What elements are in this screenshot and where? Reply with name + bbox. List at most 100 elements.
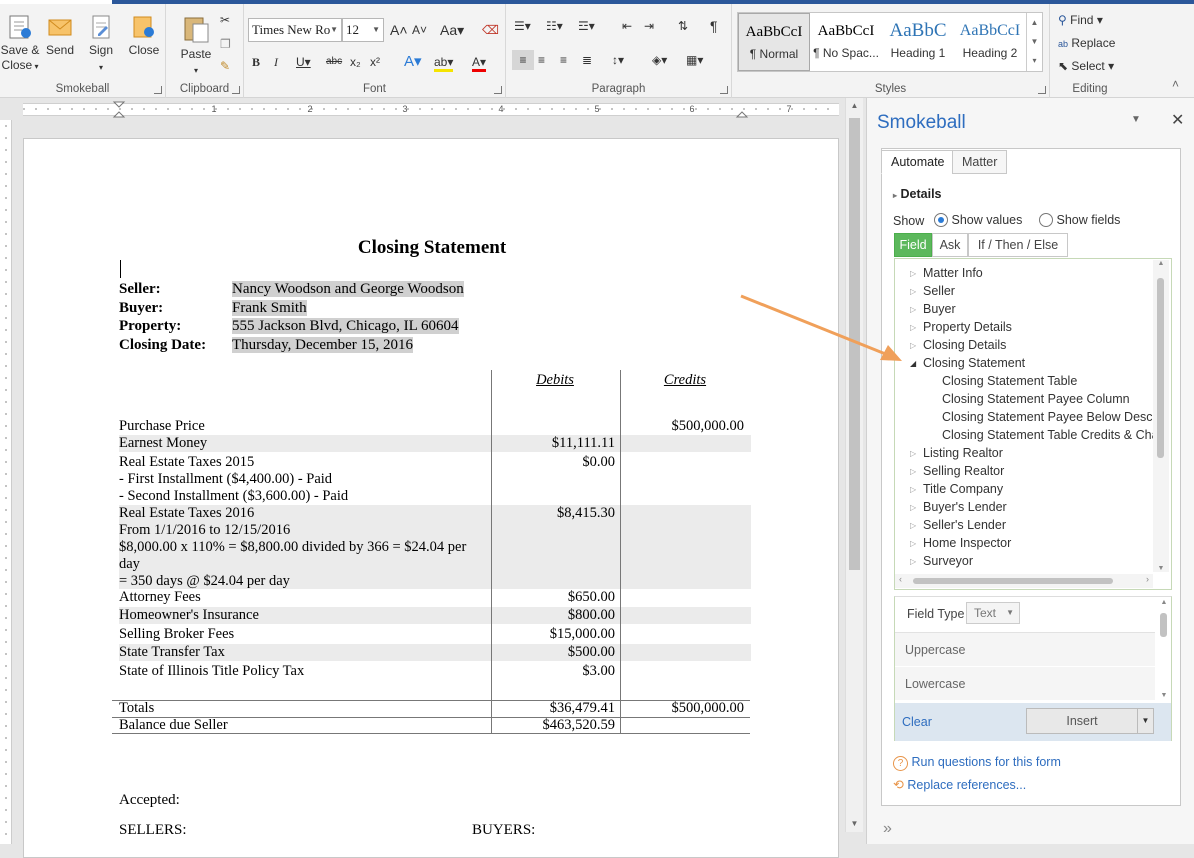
style-no-spacing[interactable]: AaBbCcI ¶ No Spac... — [810, 13, 882, 71]
field-type-select[interactable]: Text ▼ — [966, 602, 1020, 624]
buyer-value[interactable]: Frank Smith — [232, 300, 307, 316]
tree-item[interactable]: Closing Statement Payee Column — [942, 392, 1130, 406]
style-normal[interactable]: AaBbCcI ¶ Normal — [738, 13, 810, 71]
insert-button[interactable]: Insert ▼ — [1026, 708, 1154, 734]
expand-triangle-icon[interactable]: ▷ — [910, 269, 916, 278]
font-launcher[interactable] — [494, 86, 502, 94]
expand-pane-icon[interactable]: » — [883, 820, 892, 838]
options-scroll-thumb[interactable] — [1160, 613, 1167, 637]
collapse-ribbon-icon[interactable]: ˄ — [1172, 74, 1179, 94]
options-scrollbar[interactable]: ▲ ▼ — [1157, 599, 1171, 699]
scroll-thumb[interactable] — [849, 118, 860, 570]
style-heading-2[interactable]: AaBbCcI Heading 2 — [954, 13, 1026, 71]
scroll-down-icon[interactable]: ▼ — [1153, 565, 1169, 572]
save-close-button[interactable]: Save & Close ▾ — [0, 14, 40, 74]
tab-automate[interactable]: Automate — [881, 150, 955, 174]
tree-item[interactable]: Matter Info — [923, 266, 983, 280]
close-button[interactable]: Close — [126, 14, 162, 58]
expand-triangle-icon[interactable]: ▷ — [910, 557, 916, 566]
expand-triangle-icon[interactable]: ▷ — [910, 521, 916, 530]
chevron-down-icon[interactable]: ▼ — [1137, 709, 1153, 733]
styles-launcher[interactable] — [1038, 86, 1046, 94]
option-lowercase[interactable]: Lowercase — [895, 667, 1155, 700]
sign-button[interactable]: Sign ▾ — [86, 14, 116, 75]
bullets-icon[interactable]: ☰▾ — [514, 16, 531, 36]
scroll-right-icon[interactable]: › — [1146, 574, 1149, 584]
tree-item[interactable]: Seller's Lender — [923, 518, 1006, 532]
pane-options-icon[interactable]: ▼ — [1131, 114, 1141, 125]
scroll-down-icon[interactable]: ▼ — [846, 816, 863, 832]
close-icon[interactable]: ✕ — [1171, 110, 1184, 130]
align-center-icon[interactable]: ≡ — [538, 50, 545, 70]
scroll-left-icon[interactable]: ‹ — [899, 574, 902, 584]
tree-item[interactable]: Closing Statement Table Credits & Cha — [942, 428, 1159, 442]
subscript-icon[interactable]: x₂ — [350, 52, 361, 72]
expand-triangle-icon[interactable]: ▷ — [910, 449, 916, 458]
tree-item[interactable]: Home Inspector — [923, 536, 1011, 550]
option-uppercase[interactable]: Uppercase — [895, 633, 1155, 666]
find-button[interactable]: ⚲ Find ▾ — [1058, 10, 1103, 30]
tree-item[interactable]: Property Details — [923, 320, 1012, 334]
show-values-radio[interactable]: Show values — [934, 213, 1022, 227]
line-spacing-icon[interactable]: ↕▾ — [612, 50, 624, 70]
select-button[interactable]: ⬉ Select ▾ — [1058, 56, 1114, 76]
tree-item[interactable]: Listing Realtor — [923, 446, 1003, 460]
tree-item[interactable]: Surveyor — [923, 554, 973, 568]
font-size-box[interactable]: 12 ▼ — [342, 18, 384, 42]
tree-item[interactable]: Buyer — [923, 302, 956, 316]
subtab-field[interactable]: Field — [894, 233, 932, 257]
paragraph-launcher[interactable] — [720, 86, 728, 94]
bold-icon[interactable]: B — [252, 52, 260, 72]
tree-item[interactable]: Closing Statement — [923, 356, 1025, 370]
scroll-down-icon[interactable]: ▼ — [1157, 692, 1171, 699]
tree-item[interactable]: Closing Statement Payee Below Descrip — [942, 410, 1166, 424]
subtab-ask[interactable]: Ask — [932, 233, 968, 257]
paste-button[interactable]: Paste ▾ — [176, 14, 216, 78]
style-heading-1[interactable]: AaBbC Heading 1 — [882, 13, 954, 71]
clear-link[interactable]: Clear — [902, 715, 932, 729]
document-scrollbar[interactable]: ▲ ▼ — [845, 98, 863, 832]
details-toggle[interactable]: ▸ Details — [893, 187, 942, 201]
underline-icon[interactable]: U▾ — [296, 52, 311, 72]
tree-hscroll-thumb[interactable] — [913, 578, 1113, 584]
expand-triangle-icon[interactable]: ▷ — [910, 323, 916, 332]
scroll-up-icon[interactable]: ▲ — [1157, 599, 1171, 606]
clipboard-launcher[interactable] — [232, 86, 240, 94]
highlight-icon[interactable]: ab▾ — [434, 52, 454, 72]
tree-item[interactable]: Closing Details — [923, 338, 1006, 352]
run-questions-link[interactable]: ? Run questions for this form — [893, 755, 1061, 771]
subtab-if-then-else[interactable]: If / Then / Else — [968, 233, 1068, 257]
tree-scroll-thumb[interactable] — [1157, 278, 1164, 458]
copy-icon[interactable]: ❐ — [220, 34, 231, 54]
tree-hscrollbar[interactable]: ‹ › — [895, 574, 1153, 588]
collapse-triangle-icon[interactable]: ◢ — [910, 359, 916, 368]
property-value[interactable]: 555 Jackson Blvd, Chicago, IL 60604 — [232, 318, 459, 334]
text-effects-icon[interactable]: A▾ — [404, 52, 422, 72]
change-case-icon[interactable]: Aa▾ — [440, 20, 464, 40]
decrease-indent-icon[interactable]: ⇤ — [622, 16, 632, 36]
clear-format-icon[interactable]: ⌫ — [482, 20, 499, 40]
justify-icon[interactable]: ≣ — [582, 50, 592, 70]
increase-indent-icon[interactable]: ⇥ — [644, 16, 654, 36]
horizontal-ruler[interactable]: 1 2 3 4 5 6 7 — [0, 98, 866, 120]
shrink-font-icon[interactable]: A˅ — [412, 20, 427, 40]
expand-triangle-icon[interactable]: ▷ — [910, 539, 916, 548]
tab-matter[interactable]: Matter — [952, 150, 1008, 174]
expand-triangle-icon[interactable]: ▷ — [910, 485, 916, 494]
vertical-ruler[interactable] — [0, 120, 12, 844]
expand-triangle-icon[interactable]: ▷ — [910, 287, 916, 296]
numbering-icon[interactable]: ☷▾ — [546, 16, 563, 36]
scroll-up-icon[interactable]: ▲ — [846, 98, 863, 114]
tree-item[interactable]: Closing Statement Table — [942, 374, 1077, 388]
expand-triangle-icon[interactable]: ▷ — [910, 503, 916, 512]
document-page[interactable]: Closing Statement Seller: Nancy Woodson a… — [23, 138, 839, 858]
format-painter-icon[interactable]: ✎ — [220, 56, 230, 76]
scroll-up-icon[interactable]: ▲ — [1153, 260, 1169, 267]
align-right-icon[interactable]: ≡ — [560, 50, 567, 70]
font-name-box[interactable]: Times New Ro ▼ — [248, 18, 342, 42]
replace-references-link[interactable]: ⟲ Replace references... — [893, 777, 1026, 793]
shading-icon[interactable]: ◈▾ — [652, 50, 667, 70]
send-button[interactable]: Send — [44, 14, 76, 58]
field-tree[interactable]: ▷ Matter Info ▷ Seller ▷ Buyer ▷ Property Detai… — [894, 258, 1172, 590]
expand-triangle-icon[interactable]: ▷ — [910, 341, 916, 350]
